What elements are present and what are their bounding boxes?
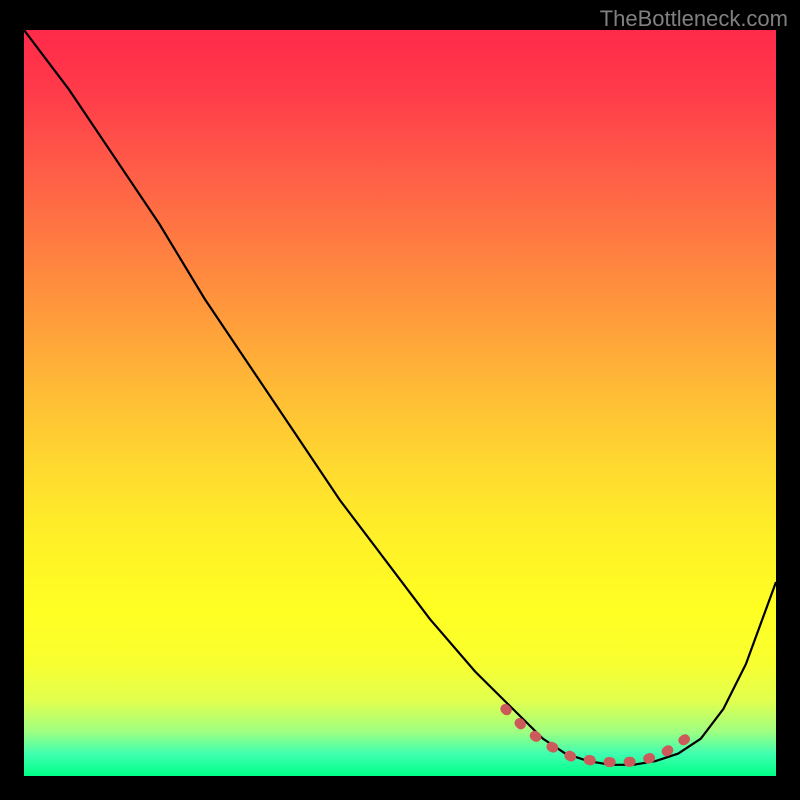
highlight-segment	[505, 709, 686, 763]
attribution-label: TheBottleneck.com	[600, 6, 788, 32]
chart-plot-area	[24, 30, 776, 776]
curve-line	[24, 30, 776, 765]
chart-svg	[24, 30, 776, 776]
